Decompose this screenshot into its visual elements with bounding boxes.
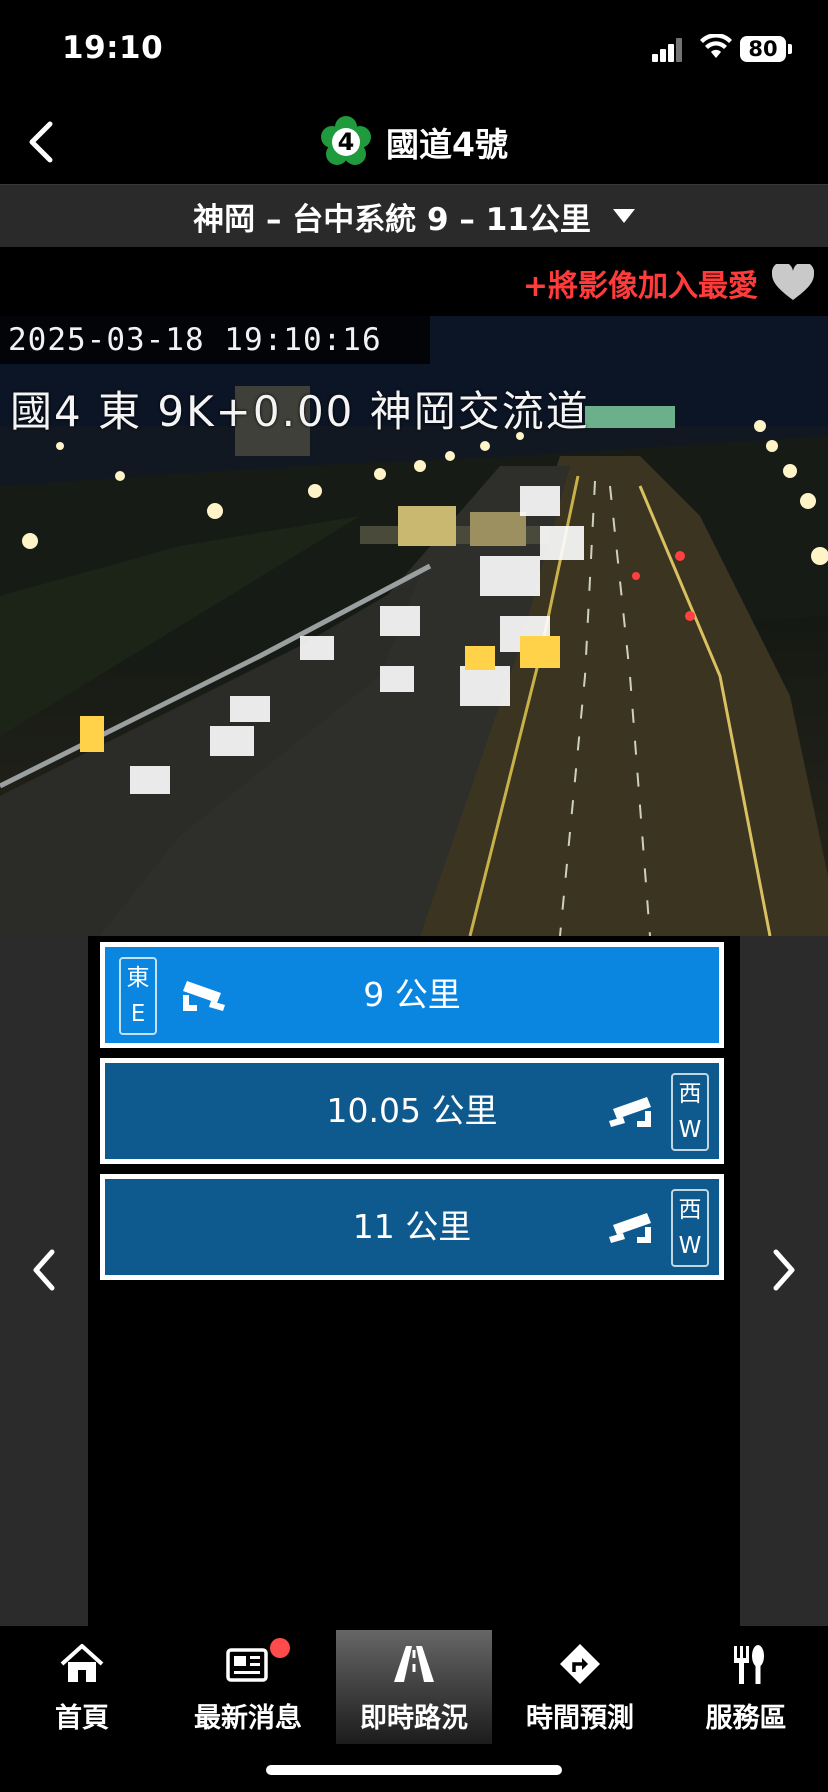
tab-label: 時間預測 xyxy=(526,1703,634,1734)
direction-badge: 西 W xyxy=(671,1073,709,1151)
add-favorite-button[interactable]: +將影像加入最愛 xyxy=(523,258,814,308)
camera-item-9km[interactable]: 東 E 9 公里 xyxy=(100,942,724,1048)
direction-letter: W xyxy=(678,1233,702,1259)
dropdown-arrow-icon xyxy=(612,209,635,223)
home-indicator xyxy=(266,1765,562,1775)
segment-label: 神岡 – 台中系統 9 – 11公里 xyxy=(193,201,591,238)
cctv-camera-icon xyxy=(609,1097,651,1127)
next-arrow-icon[interactable] xyxy=(764,1240,804,1300)
camera-timestamp: 2025-03-18 19:10:16 xyxy=(0,316,430,364)
tab-label: 最新消息 xyxy=(194,1703,302,1734)
battery-cap xyxy=(788,44,792,54)
camera-item-10-05km[interactable]: 10.05 公里 西 W xyxy=(100,1058,724,1164)
camera-distance-label: 9 公里 xyxy=(363,975,461,1014)
news-icon xyxy=(226,1648,268,1682)
camera-location-label: 國4 東 9K+0.00 神岡交流道 xyxy=(10,387,590,436)
status-time: 19:10 xyxy=(62,30,164,66)
route-turn-icon xyxy=(560,1644,600,1684)
tab-service-area[interactable]: 服務區 xyxy=(668,1630,824,1744)
home-icon xyxy=(60,1644,104,1682)
previous-arrow-icon[interactable] xyxy=(24,1240,64,1300)
direction-badge: 西 W xyxy=(671,1189,709,1267)
segment-dropdown[interactable]: 神岡 – 台中系統 9 – 11公里 xyxy=(0,184,828,247)
road-icon xyxy=(394,1646,434,1682)
route-badge-icon: 4 xyxy=(320,116,372,168)
tab-news[interactable]: 最新消息 xyxy=(170,1630,326,1744)
tab-label: 即時路況 xyxy=(360,1703,468,1734)
camera-list-area: 東 E 9 公里 10.05 公里 西 W 11 公里 西 W xyxy=(0,936,828,1626)
tab-label: 服務區 xyxy=(705,1703,787,1734)
battery-level: 80 xyxy=(740,36,786,62)
add-favorite-label: +將影像加入最愛 xyxy=(522,269,758,304)
page-title: 國道4號 xyxy=(386,125,508,164)
news-notification-dot xyxy=(270,1638,290,1658)
wifi-icon xyxy=(700,34,732,58)
camera-feed: 2025-03-18 19:10:16 國4 東 9K+0.00 神岡交流道 xyxy=(0,316,828,936)
tab-label: 首頁 xyxy=(55,1703,109,1734)
tab-home[interactable]: 首頁 xyxy=(4,1630,160,1744)
direction-char: 西 xyxy=(678,1197,702,1223)
camera-list: 東 E 9 公里 10.05 公里 西 W 11 公里 西 W xyxy=(88,936,740,1626)
route-number: 4 xyxy=(337,128,355,156)
heart-icon xyxy=(772,264,814,300)
direction-char: 西 xyxy=(678,1081,702,1107)
direction-letter: W xyxy=(678,1117,702,1143)
cellular-signal-icon xyxy=(652,38,684,62)
status-bar: 19:10 80 xyxy=(0,0,828,100)
title-group: 4 國道4號 xyxy=(0,114,828,170)
utensils-icon xyxy=(734,1645,764,1684)
header: 4 國道4號 xyxy=(0,100,828,184)
tab-travel-time[interactable]: 時間預測 xyxy=(502,1630,658,1744)
cctv-camera-icon xyxy=(609,1213,651,1243)
camera-item-11km[interactable]: 11 公里 西 W xyxy=(100,1174,724,1280)
tab-live-traffic[interactable]: 即時路況 xyxy=(336,1630,492,1744)
